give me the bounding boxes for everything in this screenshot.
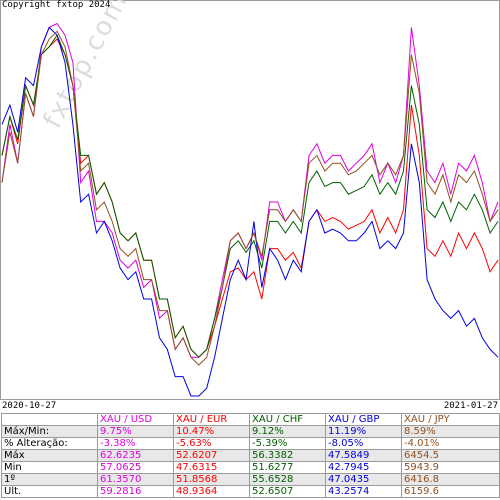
- stats-cell: 48.9364: [173, 485, 250, 498]
- stats-row: 1º 61.3570 51.8568 55.6528 47.0435 6416.8: [1, 473, 500, 486]
- stats-cell: 47.5849: [325, 449, 402, 462]
- stats-row-label: Máx/Min:: [1, 425, 98, 438]
- x-axis-start-label: 2020-10-27: [2, 401, 57, 411]
- stats-cell: 55.6528: [249, 473, 326, 486]
- stats-cell: -5.39%: [249, 437, 326, 450]
- stats-header-corner: [1, 413, 98, 426]
- stats-row: Min 57.0625 47.6315 51.6277 42.7945 5943.9: [1, 461, 500, 474]
- stats-cell: -3.38%: [97, 437, 174, 450]
- stats-row-label: Ult.: [1, 485, 98, 498]
- stats-cell: 52.6507: [249, 485, 326, 498]
- stats-cell: 11.19%: [325, 425, 402, 438]
- stats-header-cell: XAU / JPY: [401, 413, 500, 426]
- stats-row-label: Min: [1, 461, 98, 474]
- stats-cell: 59.2816: [97, 485, 174, 498]
- stats-cell: 42.7945: [325, 461, 402, 474]
- stats-row: Ult. 59.2816 48.9364 52.6507 43.2574 6159.6: [1, 485, 500, 498]
- stats-row: Máx/Min: 9.75% 10.47% 9.12% 11.19% 8.59%: [1, 425, 500, 438]
- stats-header-cell: XAU / EUR: [173, 413, 250, 426]
- stats-cell: 57.0625: [97, 461, 174, 474]
- stats-cell: 9.12%: [249, 425, 326, 438]
- stats-header-row: XAU / USD XAU / EUR XAU / CHF XAU / GBP XAU …: [1, 413, 500, 426]
- stats-cell: 10.47%: [173, 425, 250, 438]
- stats-row-label: Máx: [1, 449, 98, 462]
- stats-cell: 51.8568: [173, 473, 250, 486]
- stats-cell: 62.6235: [97, 449, 174, 462]
- copyright-text: Copyright fxtop 2024: [2, 0, 111, 10]
- stats-header-cell: XAU / USD: [97, 413, 174, 426]
- stats-cell: -8.05%: [325, 437, 402, 450]
- stats-row: Máx 62.6235 52.6207 56.3382 47.5849 6454.5: [1, 449, 500, 462]
- stats-cell: 9.75%: [97, 425, 174, 438]
- stats-cell: 43.2574: [325, 485, 402, 498]
- stats-cell: 6454.5: [401, 449, 500, 462]
- stats-table: XAU / USD XAU / EUR XAU / CHF XAU / GBP XAU …: [1, 413, 500, 498]
- stats-row-label: 1º: [1, 473, 98, 486]
- stats-header-cell: XAU / CHF: [249, 413, 326, 426]
- stats-cell: 6159.6: [401, 485, 500, 498]
- stats-cell: 6416.8: [401, 473, 500, 486]
- stats-cell: 51.6277: [249, 461, 326, 474]
- stats-cell: 8.59%: [401, 425, 500, 438]
- stats-cell: 56.3382: [249, 449, 326, 462]
- line-chart: fxtop.com: [0, 0, 500, 400]
- stats-header-cell: XAU / GBP: [325, 413, 402, 426]
- stats-cell: -4.01%: [401, 437, 500, 450]
- stats-cell: 47.6315: [173, 461, 250, 474]
- stats-cell: 52.6207: [173, 449, 250, 462]
- stats-cell: 5943.9: [401, 461, 500, 474]
- stats-cell: 47.0435: [325, 473, 402, 486]
- x-axis-end-label: 2021-01-27: [443, 401, 498, 411]
- stats-cell: 61.3570: [97, 473, 174, 486]
- stats-row-label: % Alteração:: [1, 437, 98, 450]
- stats-cell: -5.63%: [173, 437, 250, 450]
- stats-row: % Alteração: -3.38% -5.63% -5.39% -8.05% -4.0…: [1, 437, 500, 450]
